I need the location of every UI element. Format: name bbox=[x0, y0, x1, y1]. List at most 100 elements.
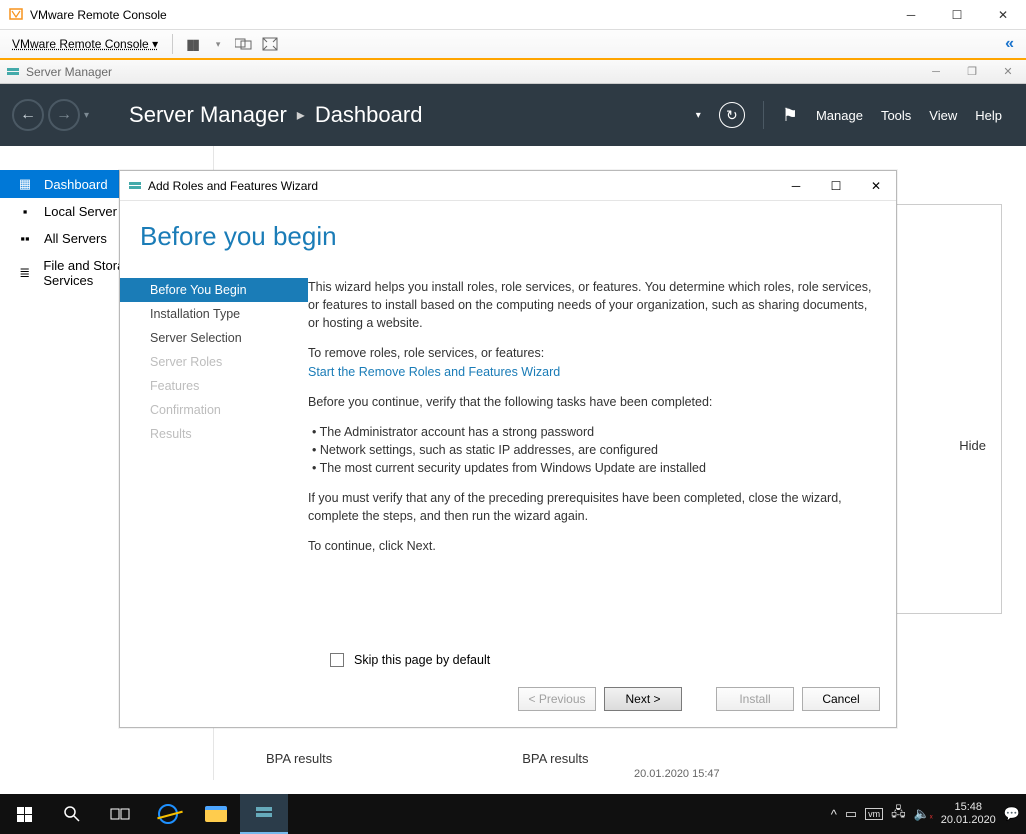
breadcrumb-separator-icon: ▸ bbox=[297, 105, 305, 125]
taskbar-explorer[interactable] bbox=[192, 794, 240, 834]
wizard-icon bbox=[128, 179, 142, 193]
divider bbox=[763, 101, 764, 129]
wizard-remove-block: To remove roles, role services, or featu… bbox=[308, 344, 872, 380]
servers-icon: ▪▪ bbox=[16, 231, 34, 246]
tray-vm-icon[interactable]: ▭ bbox=[845, 806, 857, 822]
wizard-heading: Before you begin bbox=[120, 201, 896, 252]
server-manager-header: ← → ▾ Server Manager ▸ Dashboard ▾ ↻ ⚑ M… bbox=[0, 84, 1026, 146]
folder-icon bbox=[205, 806, 227, 822]
wizard-closing-text: If you must verify that any of the prece… bbox=[308, 489, 872, 525]
tray-network-icon[interactable]: 🖧 bbox=[891, 803, 906, 825]
prereq-item: The Administrator account has a strong p… bbox=[312, 423, 872, 441]
install-button: Install bbox=[716, 687, 794, 711]
welcome-tile bbox=[892, 204, 1002, 614]
sidebar-item-label: Local Server bbox=[44, 204, 117, 219]
nav-history-dropdown[interactable]: ▾ bbox=[84, 110, 89, 121]
taskbar-server-manager[interactable] bbox=[240, 794, 288, 834]
prereq-item: Network settings, such as static IP addr… bbox=[312, 441, 872, 459]
vmrc-minimize-button[interactable]: ─ bbox=[888, 0, 934, 30]
wizard-title: Add Roles and Features Wizard bbox=[148, 179, 318, 193]
step-confirmation: Confirmation bbox=[120, 398, 308, 422]
notifications-flag-icon[interactable]: ⚑ bbox=[782, 105, 798, 126]
ie-icon bbox=[158, 804, 178, 824]
vmrc-app-icon bbox=[8, 7, 24, 23]
wizard-verify-intro: Before you continue, verify that the fol… bbox=[308, 393, 872, 411]
pause-dropdown[interactable]: ▾ bbox=[207, 33, 229, 55]
refresh-button[interactable]: ↻ bbox=[719, 102, 745, 128]
menu-tools[interactable]: Tools bbox=[881, 108, 911, 123]
taskbar-ie[interactable] bbox=[144, 794, 192, 834]
nav-forward-button[interactable]: → bbox=[48, 99, 80, 131]
menu-help[interactable]: Help bbox=[975, 108, 1002, 123]
vmrc-menu-dropdown[interactable]: VMware Remote Console ▾ bbox=[6, 33, 164, 55]
tray-vmtools-icon[interactable]: vm bbox=[865, 808, 883, 820]
task-view-button[interactable] bbox=[96, 794, 144, 834]
wizard-titlebar[interactable]: Add Roles and Features Wizard ─ ☐ ✕ bbox=[120, 171, 896, 201]
bpa-results-right[interactable]: BPA results bbox=[522, 751, 588, 766]
search-button[interactable] bbox=[48, 794, 96, 834]
vmrc-title: VMware Remote Console bbox=[30, 8, 167, 22]
wizard-minimize-button[interactable]: ─ bbox=[776, 171, 816, 201]
vmrc-toolbar: VMware Remote Console ▾ ▮▮ ▾ « bbox=[0, 30, 1026, 60]
wizard-intro-text: This wizard helps you install roles, rol… bbox=[308, 278, 872, 332]
tray-volume-icon[interactable]: 🔈ₓ bbox=[914, 806, 933, 822]
step-features: Features bbox=[120, 374, 308, 398]
sm-minimize-button[interactable]: ─ bbox=[918, 60, 954, 84]
system-tray: ^ ▭ vm 🖧 🔈ₓ 15:48 20.01.2020 💬 bbox=[831, 801, 1026, 827]
wizard-close-button[interactable]: ✕ bbox=[856, 171, 896, 201]
prerequisite-list: The Administrator account has a strong p… bbox=[312, 423, 872, 477]
breadcrumb-root[interactable]: Server Manager bbox=[129, 102, 287, 128]
vmrc-titlebar: VMware Remote Console ─ ☐ ✕ bbox=[0, 0, 1026, 30]
remove-roles-link[interactable]: Start the Remove Roles and Features Wiza… bbox=[308, 365, 560, 379]
sidebar-item-label: All Servers bbox=[44, 231, 107, 246]
server-manager-titlebar: Server Manager ─ ❐ ✕ bbox=[0, 60, 1026, 84]
step-server-roles: Server Roles bbox=[120, 350, 308, 374]
menu-manage[interactable]: Manage bbox=[816, 108, 863, 123]
wizard-maximize-button[interactable]: ☐ bbox=[816, 171, 856, 201]
menu-view[interactable]: View bbox=[929, 108, 957, 123]
wizard-steps: Before You Begin Installation Type Serve… bbox=[120, 252, 308, 690]
send-cad-button[interactable] bbox=[233, 33, 255, 55]
step-server-selection[interactable]: Server Selection bbox=[120, 326, 308, 350]
divider bbox=[172, 34, 173, 54]
server-icon: ▪ bbox=[16, 204, 34, 219]
tray-time: 15:48 bbox=[941, 801, 996, 814]
tray-action-center[interactable]: 💬 bbox=[1004, 806, 1020, 822]
start-button[interactable] bbox=[0, 794, 48, 834]
step-installation-type[interactable]: Installation Type bbox=[120, 302, 308, 326]
bpa-results-left[interactable]: BPA results bbox=[266, 751, 332, 766]
collapse-toolbar-button[interactable]: « bbox=[1005, 35, 1020, 53]
dashboard-icon: ▦ bbox=[16, 176, 34, 192]
sm-restore-button[interactable]: ❐ bbox=[954, 60, 990, 84]
sidebar-item-label: Dashboard bbox=[44, 177, 108, 192]
prereq-item: The most current security updates from W… bbox=[312, 459, 872, 477]
pause-button[interactable]: ▮▮ bbox=[181, 33, 203, 55]
nav-back-button[interactable]: ← bbox=[12, 99, 44, 131]
skip-checkbox-row[interactable]: Skip this page by default bbox=[330, 653, 490, 667]
tray-up-icon[interactable]: ^ bbox=[831, 807, 837, 822]
hide-link[interactable]: Hide bbox=[959, 438, 986, 453]
tray-clock[interactable]: 15:48 20.01.2020 bbox=[941, 801, 996, 827]
breadcrumb-current: Dashboard bbox=[315, 102, 423, 128]
header-dropdown-caret[interactable]: ▾ bbox=[696, 110, 701, 121]
breadcrumb: Server Manager ▸ Dashboard bbox=[129, 102, 422, 128]
vmrc-maximize-button[interactable]: ☐ bbox=[934, 0, 980, 30]
cancel-button[interactable]: Cancel bbox=[802, 687, 880, 711]
search-icon bbox=[63, 805, 81, 823]
sm-close-button[interactable]: ✕ bbox=[990, 60, 1026, 84]
windows-logo-icon bbox=[17, 807, 32, 822]
storage-icon: ≣ bbox=[16, 265, 33, 281]
skip-checkbox[interactable] bbox=[330, 653, 344, 667]
vmrc-close-button[interactable]: ✕ bbox=[980, 0, 1026, 30]
wizard-content: This wizard helps you install roles, rol… bbox=[308, 252, 896, 690]
server-manager-title: Server Manager bbox=[26, 65, 112, 79]
step-results: Results bbox=[120, 422, 308, 446]
wizard-button-row: < Previous Next > Install Cancel bbox=[518, 687, 880, 711]
fullscreen-button[interactable] bbox=[259, 33, 281, 55]
server-manager-icon bbox=[6, 65, 20, 79]
server-manager-taskbar-icon bbox=[254, 804, 274, 822]
add-roles-wizard: Add Roles and Features Wizard ─ ☐ ✕ Befo… bbox=[119, 170, 897, 728]
taskbar: ^ ▭ vm 🖧 🔈ₓ 15:48 20.01.2020 💬 bbox=[0, 794, 1026, 834]
step-before-you-begin[interactable]: Before You Begin bbox=[120, 278, 308, 302]
next-button[interactable]: Next > bbox=[604, 687, 682, 711]
